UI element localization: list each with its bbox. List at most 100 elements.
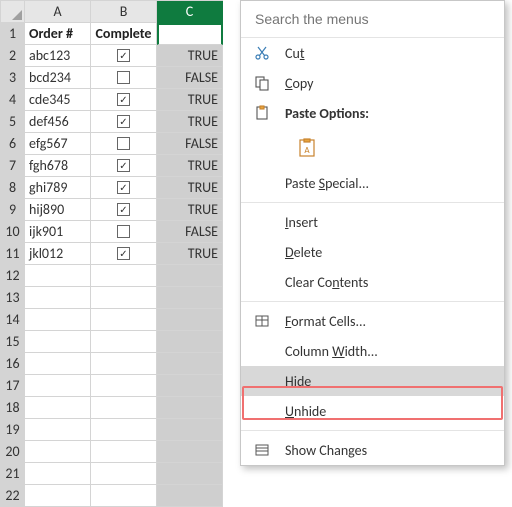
row-header[interactable]: 2 [1,45,25,67]
data-cell[interactable]: TRUE [157,243,223,265]
header-cell[interactable]: Complete [91,23,157,45]
checkbox-icon[interactable]: ✓ [117,247,130,260]
empty-cell[interactable] [25,419,91,441]
menu-item-show-changes[interactable]: Show Changes [241,435,504,465]
row-header[interactable]: 7 [1,155,25,177]
checkbox-cell[interactable]: ✓ [91,45,157,67]
empty-cell[interactable] [25,353,91,375]
empty-cell[interactable] [157,397,223,419]
menu-item-clear-contents[interactable]: Clear Contents [241,267,504,297]
empty-cell[interactable] [25,463,91,485]
empty-cell[interactable] [91,287,157,309]
menu-item-paste-special[interactable]: Paste Special... [241,168,504,198]
row-header[interactable]: 8 [1,177,25,199]
menu-item-copy[interactable]: Copy [241,68,504,98]
row-header[interactable]: 4 [1,89,25,111]
data-cell[interactable]: TRUE [157,199,223,221]
paste-option-default[interactable]: A [241,128,504,168]
data-cell[interactable]: hij890 [25,199,91,221]
row-header[interactable]: 17 [1,375,25,397]
empty-cell[interactable] [25,375,91,397]
row-header[interactable]: 18 [1,397,25,419]
row-header[interactable]: 22 [1,485,25,507]
data-cell[interactable]: TRUE [157,111,223,133]
row-header[interactable]: 20 [1,441,25,463]
menu-item-format-cells[interactable]: Format Cells... [241,306,504,336]
checkbox-cell[interactable]: ✓ [91,111,157,133]
empty-cell[interactable] [91,265,157,287]
column-header[interactable]: B [91,1,157,23]
empty-cell[interactable] [157,353,223,375]
row-header[interactable]: 19 [1,419,25,441]
empty-cell[interactable] [157,419,223,441]
empty-cell[interactable] [25,287,91,309]
menu-item-column-width[interactable]: Column Width... [241,336,504,366]
checkbox-cell[interactable] [91,133,157,155]
menu-item-insert[interactable]: Insert [241,207,504,237]
empty-cell[interactable] [91,309,157,331]
checkbox-icon[interactable]: ✓ [117,49,130,62]
checkbox-cell[interactable] [91,221,157,243]
empty-cell[interactable] [91,441,157,463]
row-header[interactable]: 13 [1,287,25,309]
checkbox-cell[interactable]: ✓ [91,155,157,177]
data-cell[interactable]: TRUE [157,177,223,199]
empty-cell[interactable] [91,397,157,419]
empty-cell[interactable] [157,485,223,507]
data-cell[interactable]: jkl012 [25,243,91,265]
data-cell[interactable]: TRUE [157,45,223,67]
row-header[interactable]: 6 [1,133,25,155]
row-header[interactable]: 15 [1,331,25,353]
empty-cell[interactable] [91,375,157,397]
data-cell[interactable]: fgh678 [25,155,91,177]
menu-item-delete[interactable]: Delete [241,237,504,267]
data-cell[interactable]: TRUE [157,89,223,111]
empty-cell[interactable] [25,397,91,419]
data-cell[interactable]: FALSE [157,67,223,89]
data-cell[interactable]: FALSE [157,221,223,243]
empty-cell[interactable] [157,265,223,287]
checkbox-icon[interactable]: ✓ [117,203,130,216]
select-all-corner[interactable] [1,1,25,23]
empty-cell[interactable] [157,441,223,463]
checkbox-cell[interactable]: ✓ [91,177,157,199]
checkbox-icon[interactable] [117,71,130,84]
data-cell[interactable]: cde345 [25,89,91,111]
header-cell[interactable]: Order # [25,23,91,45]
header-cell[interactable] [157,23,223,45]
empty-cell[interactable] [157,287,223,309]
column-header[interactable]: C [157,1,223,23]
empty-cell[interactable] [25,309,91,331]
row-header[interactable]: 14 [1,309,25,331]
empty-cell[interactable] [157,375,223,397]
row-header[interactable]: 3 [1,67,25,89]
empty-cell[interactable] [157,331,223,353]
checkbox-cell[interactable]: ✓ [91,243,157,265]
menu-item-unhide[interactable]: Unhide [241,396,504,426]
row-header[interactable]: 11 [1,243,25,265]
row-header[interactable]: 5 [1,111,25,133]
column-header[interactable]: A [25,1,91,23]
empty-cell[interactable] [157,309,223,331]
data-cell[interactable]: TRUE [157,155,223,177]
checkbox-icon[interactable]: ✓ [117,181,130,194]
checkbox-cell[interactable]: ✓ [91,89,157,111]
checkbox-icon[interactable] [117,225,130,238]
row-header[interactable]: 1 [1,23,25,45]
menu-item-cut[interactable]: Cut [241,38,504,68]
empty-cell[interactable] [157,463,223,485]
empty-cell[interactable] [25,441,91,463]
checkbox-icon[interactable]: ✓ [117,115,130,128]
menu-search[interactable] [241,1,504,38]
checkbox-icon[interactable]: ✓ [117,93,130,106]
row-header[interactable]: 10 [1,221,25,243]
data-cell[interactable]: efg567 [25,133,91,155]
row-header[interactable]: 12 [1,265,25,287]
empty-cell[interactable] [91,463,157,485]
empty-cell[interactable] [91,485,157,507]
menu-item-hide[interactable]: Hide [241,366,504,396]
checkbox-icon[interactable]: ✓ [117,159,130,172]
row-header[interactable]: 16 [1,353,25,375]
data-cell[interactable]: ijk901 [25,221,91,243]
empty-cell[interactable] [91,353,157,375]
